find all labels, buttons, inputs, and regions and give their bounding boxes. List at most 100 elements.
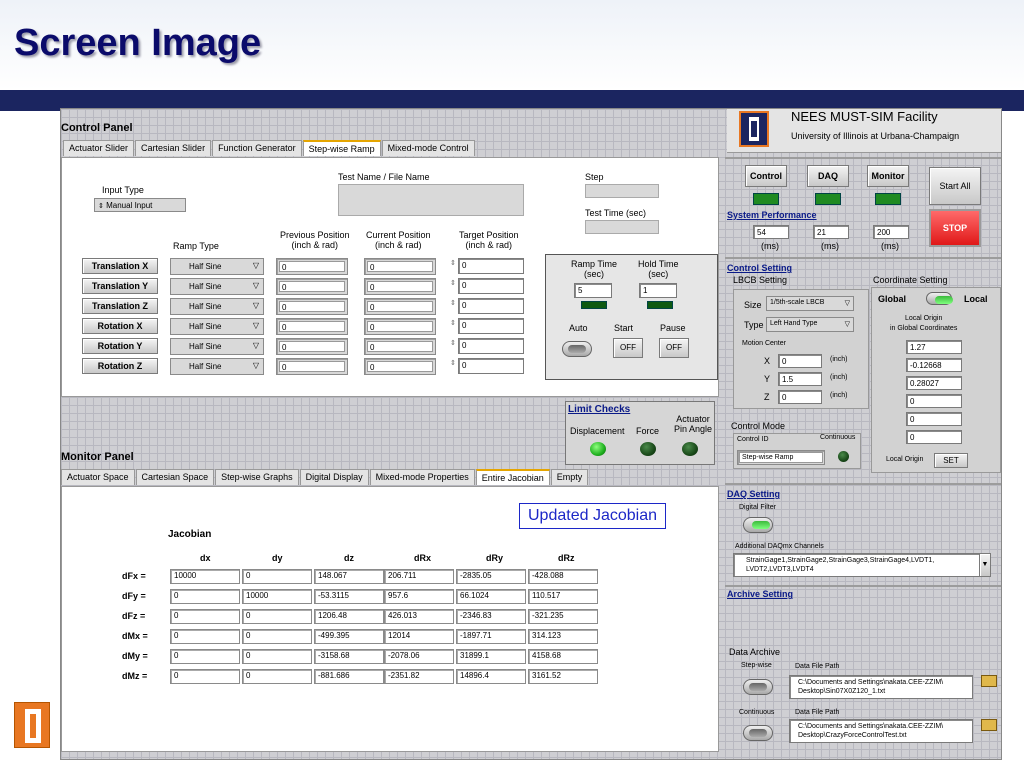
continuous-file-path[interactable]: C:\Documents and Settings\nakata.CEE-ZZI… [789, 719, 973, 743]
ramp-type-ring[interactable]: Half Sine ▽ [170, 318, 264, 335]
mc-value-input[interactable]: 1.5 [778, 372, 822, 386]
facility-banner: NEES MUST-SIM Facility University of Ill… [727, 109, 1001, 153]
test-name-field[interactable] [338, 184, 524, 216]
monitor-tab[interactable]: Empty [550, 469, 589, 485]
control-mode-label: Control Mode [731, 421, 786, 431]
mc-value-input[interactable]: 0 [778, 390, 822, 404]
stepper-icon[interactable]: ⇕ [450, 279, 456, 287]
start-all-button[interactable]: Start All [929, 167, 981, 205]
stepwise-archive-toggle[interactable] [743, 679, 773, 695]
continuous-archive-label: Continuous [739, 709, 775, 716]
target-position-input[interactable]: 0 [458, 278, 524, 294]
auto-toggle[interactable] [562, 341, 592, 357]
type-label: Type [744, 320, 764, 330]
monitor-tab[interactable]: Entire Jacobian [475, 469, 550, 485]
local-origin-field[interactable]: 0 [906, 394, 962, 408]
monitor-tab[interactable]: Mixed-mode Properties [369, 469, 475, 485]
prev-position-field: 0 [276, 278, 348, 295]
ramp-type-ring[interactable]: Half Sine ▽ [170, 358, 264, 375]
jacobian-cell: 1206.48 [314, 609, 384, 624]
jacobian-cell: 0 [242, 569, 312, 584]
prev-position-value: 0 [279, 261, 345, 272]
local-origin-field[interactable]: 0.28027 [906, 376, 962, 390]
test-time-field [585, 220, 659, 234]
stepwise-file-path[interactable]: C:\Documents and Settings\nakata.CEE-ZZI… [789, 675, 973, 699]
stepper-icon[interactable]: ⇕ [450, 359, 456, 367]
stepper-icon[interactable]: ⇕ [450, 259, 456, 267]
channels-dropdown-icon[interactable]: ▼ [979, 553, 991, 577]
target-position-input[interactable]: 0 [458, 318, 524, 334]
target-position-input[interactable]: 0 [458, 338, 524, 354]
global-local-toggle[interactable] [926, 292, 953, 305]
input-type-value: Manual Input [106, 201, 153, 210]
current-position-value: 0 [367, 301, 433, 312]
jacobian-cell: 957.6 [384, 589, 454, 604]
test-time-label: Test Time (sec) [585, 208, 647, 218]
daq-button[interactable]: DAQ [807, 165, 849, 187]
monitor-tab[interactable]: Actuator Space [61, 469, 135, 485]
start-button[interactable]: OFF [613, 338, 643, 358]
jacobian-cell: -2351.82 [384, 669, 454, 684]
mc-unit-label: (inch) [830, 374, 848, 381]
hold-time-input[interactable]: 1 [639, 283, 677, 298]
set-button[interactable]: SET [934, 453, 968, 468]
current-position-field: 0 [364, 278, 436, 295]
size-ring[interactable]: 1/5th-scale LBCB ▽ [766, 296, 854, 311]
archive-setting-title: Archive Setting [727, 589, 794, 599]
stop-button[interactable]: STOP [929, 209, 981, 247]
type-ring[interactable]: Left Hand Type ▽ [766, 317, 854, 332]
control-tab[interactable]: Step-wise Ramp [302, 140, 381, 156]
folder-icon[interactable] [981, 719, 997, 731]
ramp-type-ring[interactable]: Half Sine ▽ [170, 278, 264, 295]
input-type-label: Input Type [102, 185, 144, 195]
folder-icon[interactable] [981, 675, 997, 687]
ramp-type-ring[interactable]: Half Sine ▽ [170, 338, 264, 355]
control-tab[interactable]: Cartesian Slider [135, 140, 212, 156]
force-label: Force [636, 426, 660, 436]
type-dropdown-icon: ▽ [844, 321, 850, 328]
control-button[interactable]: Control [745, 165, 787, 187]
local-origin-field[interactable]: -0.12668 [906, 358, 962, 372]
local-origin-field[interactable]: 0 [906, 412, 962, 426]
local-origin-field[interactable]: 1.27 [906, 340, 962, 354]
stepper-icon[interactable]: ⇕ [450, 299, 456, 307]
dropdown-arrow-icon: ▽ [252, 361, 259, 370]
monitor-tab[interactable]: Step-wise Graphs [215, 469, 299, 485]
prev-position-value: 0 [279, 281, 345, 292]
axis-button[interactable]: Rotation Z [82, 358, 158, 374]
target-position-input[interactable]: 0 [458, 298, 524, 314]
daq-setting-title: DAQ Setting [727, 489, 780, 499]
control-tab[interactable]: Actuator Slider [63, 140, 135, 156]
monitor-tab[interactable]: Digital Display [299, 469, 369, 485]
monitor-button[interactable]: Monitor [867, 165, 909, 187]
jacobian-title: Jacobian [168, 529, 212, 540]
axis-button[interactable]: Translation Y [82, 278, 158, 294]
stepper-icon[interactable]: ⇕ [450, 339, 456, 347]
axis-button[interactable]: Rotation X [82, 318, 158, 334]
additional-channels-field[interactable]: StrainGage1,StrainGage2,StrainGage3,Stra… [733, 553, 991, 577]
input-type-ring[interactable]: ⇕ Manual Input [94, 198, 186, 212]
jacobian-row-label: dFx = [122, 571, 146, 581]
continuous-archive-toggle[interactable] [743, 725, 773, 741]
ramp-type-label: Ramp Type [173, 241, 219, 251]
axis-button[interactable]: Translation X [82, 258, 158, 274]
step-label: Step [585, 172, 604, 182]
dropdown-arrow-icon: ▽ [252, 281, 259, 290]
monitor-tab[interactable]: Cartesian Space [135, 469, 215, 485]
local-origin-field[interactable]: 0 [906, 430, 962, 444]
control-tab[interactable]: Mixed-mode Control [381, 140, 475, 156]
target-position-input[interactable]: 0 [458, 358, 524, 374]
ramp-time-input[interactable]: 5 [574, 283, 612, 298]
ramp-type-ring[interactable]: Half Sine ▽ [170, 258, 264, 275]
control-tab[interactable]: Function Generator [212, 140, 302, 156]
ramp-type-ring[interactable]: Half Sine ▽ [170, 298, 264, 315]
axis-button[interactable]: Rotation Y [82, 338, 158, 354]
target-position-input[interactable]: 0 [458, 258, 524, 274]
pause-button[interactable]: OFF [659, 338, 689, 358]
jacobian-cell: -499.395 [314, 629, 384, 644]
jacobian-cell: 0 [170, 589, 240, 604]
mc-value-input[interactable]: 0 [778, 354, 822, 368]
stepper-icon[interactable]: ⇕ [450, 319, 456, 327]
digital-filter-toggle[interactable] [743, 517, 773, 533]
axis-button[interactable]: Translation Z [82, 298, 158, 314]
